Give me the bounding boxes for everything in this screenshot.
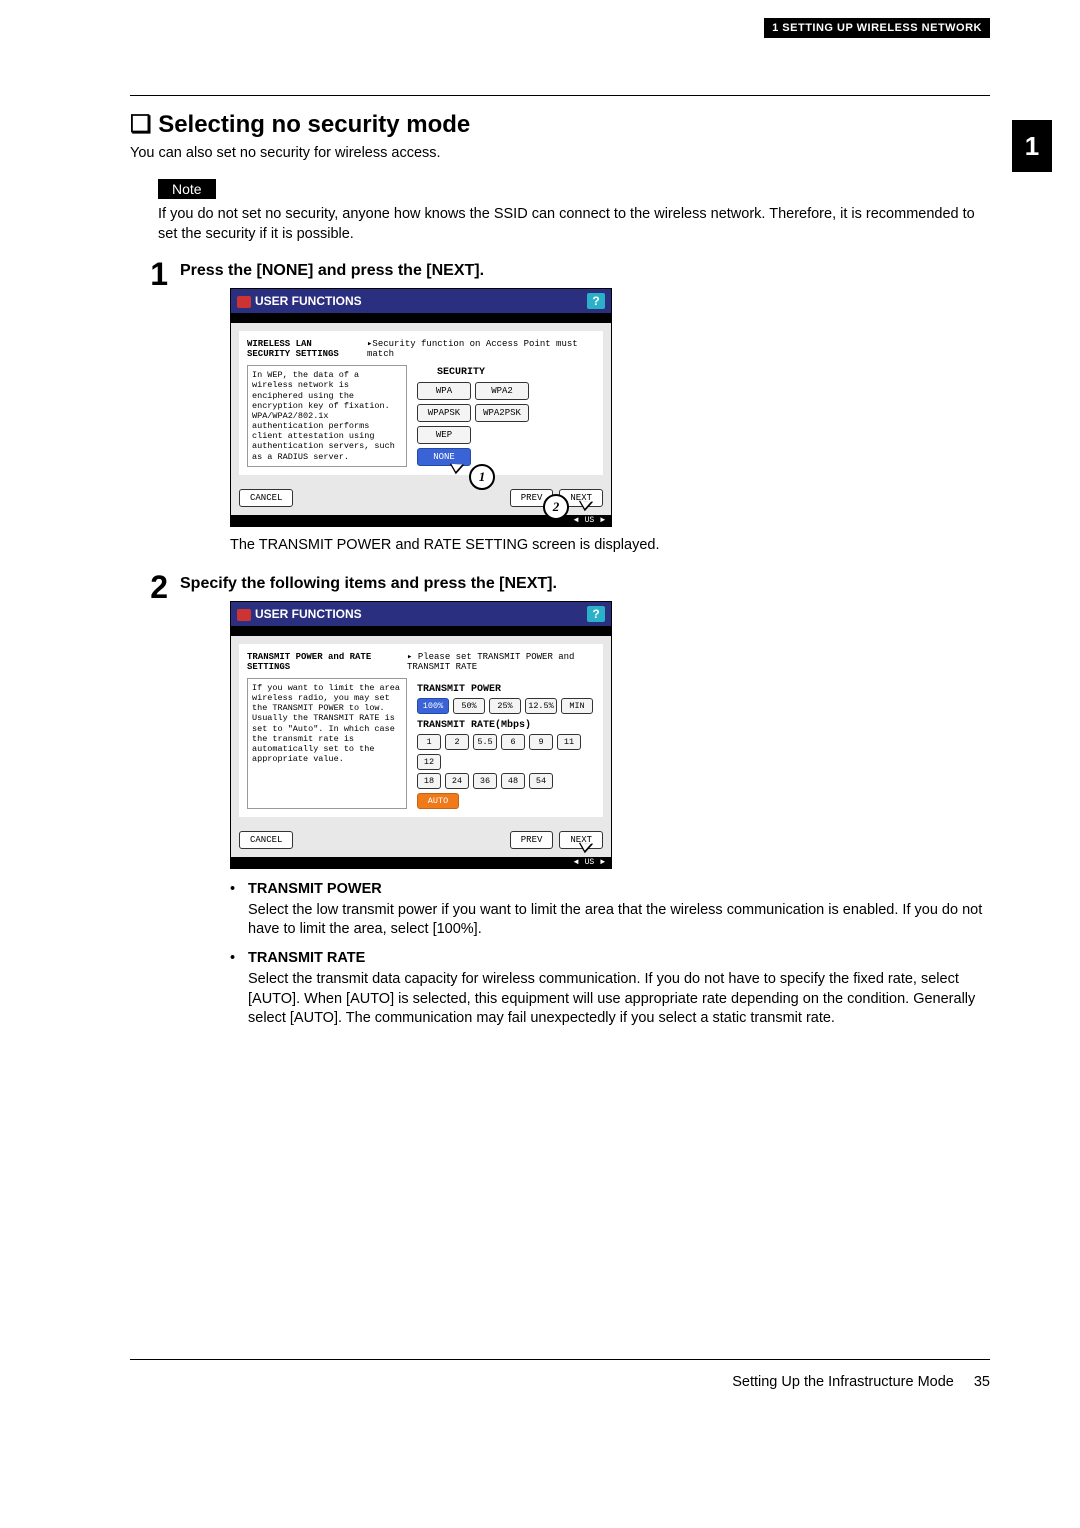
note-label: Note xyxy=(158,179,216,199)
settings-header-right: ▸ Please set TRANSMIT POWER and TRANSMIT… xyxy=(407,652,595,672)
settings-header-left: WIRELESS LAN SECURITY SETTINGS xyxy=(247,339,357,359)
note-text: If you do not set no security, anyone ho… xyxy=(158,205,990,244)
arrow-left-icon: ◄ xyxy=(574,516,579,525)
rate-6-button[interactable]: 6 xyxy=(501,734,525,750)
rate-11-button[interactable]: 11 xyxy=(557,734,581,750)
rate-auto-button[interactable]: AUTO xyxy=(417,793,459,809)
bullet-body: Select the transmit data capacity for wi… xyxy=(248,970,990,1029)
settings-header-left: TRANSMIT POWER and RATE SETTINGS xyxy=(247,652,397,672)
footer-rule xyxy=(130,1359,990,1360)
bullet-dot-icon: • xyxy=(230,881,248,897)
wpa2-button[interactable]: WPA2 xyxy=(475,382,529,400)
page-number: 35 xyxy=(974,1374,990,1390)
top-rule xyxy=(130,95,990,96)
status-bar: ◄ US ► xyxy=(231,857,611,868)
rate-5-5-button[interactable]: 5.5 xyxy=(473,734,497,750)
footer-text: Setting Up the Infrastructure Mode xyxy=(732,1374,954,1390)
power-min-button[interactable]: MIN xyxy=(561,698,593,714)
screen-title: USER FUNCTIONS xyxy=(255,294,362,308)
wep-button[interactable]: WEP xyxy=(417,426,471,444)
transmit-power-label: TRANSMIT POWER xyxy=(417,684,595,695)
security-group-label: SECURITY xyxy=(437,367,595,378)
arrow-right-icon: ► xyxy=(600,516,605,525)
checkbox-icon: ❏ xyxy=(130,111,152,138)
step-title: Press the [NONE] and press the [NEXT]. xyxy=(180,262,990,280)
step-title: Specify the following items and press th… xyxy=(180,575,990,593)
rate-54-button[interactable]: 54 xyxy=(529,773,553,789)
transmit-rate-label: TRANSMIT RATE(Mbps) xyxy=(417,720,595,731)
screen-title: USER FUNCTIONS xyxy=(255,607,362,621)
section-title-text: Selecting no security mode xyxy=(158,111,470,138)
rate-24-button[interactable]: 24 xyxy=(445,773,469,789)
arrow-left-icon: ◄ xyxy=(574,858,579,867)
app-icon xyxy=(237,609,251,621)
bullet-dot-icon: • xyxy=(230,950,248,966)
step-1: 1 Press the [NONE] and press the [NEXT].… xyxy=(130,258,990,565)
wpa2psk-button[interactable]: WPA2PSK xyxy=(475,404,529,422)
rate-48-button[interactable]: 48 xyxy=(501,773,525,789)
help-text-panel: In WEP, the data of a wireless network i… xyxy=(247,365,407,467)
callout-2: 2 xyxy=(543,494,569,520)
security-screen: USER FUNCTIONS ? WIRELESS LAN SECURITY S… xyxy=(230,288,612,527)
status-text: US xyxy=(585,858,595,867)
step-number: 2 xyxy=(130,571,180,1039)
rate-1-button[interactable]: 1 xyxy=(417,734,441,750)
step-number: 1 xyxy=(130,258,180,565)
screen-subbar xyxy=(231,313,611,323)
chapter-side-tab: 1 xyxy=(1012,120,1052,172)
wpapsk-button[interactable]: WPAPSK xyxy=(417,404,471,422)
help-text-panel: If you want to limit the area wireless r… xyxy=(247,678,407,809)
app-icon xyxy=(237,296,251,308)
settings-header-right: ▸Security function on Access Point must … xyxy=(367,339,595,359)
power-25-button[interactable]: 25% xyxy=(489,698,521,714)
callout-1: 1 xyxy=(469,464,495,490)
screen-titlebar: USER FUNCTIONS ? xyxy=(231,602,611,626)
wpa-button[interactable]: WPA xyxy=(417,382,471,400)
rate-screen: USER FUNCTIONS ? TRANSMIT POWER and RATE… xyxy=(230,601,612,869)
bullet-title: TRANSMIT POWER xyxy=(248,881,382,897)
power-12-5-button[interactable]: 12.5% xyxy=(525,698,557,714)
bullet-title: TRANSMIT RATE xyxy=(248,950,365,966)
step-caption: The TRANSMIT POWER and RATE SETTING scre… xyxy=(230,537,990,553)
cancel-button[interactable]: CANCEL xyxy=(239,489,293,507)
rate-2-button[interactable]: 2 xyxy=(445,734,469,750)
rate-9-button[interactable]: 9 xyxy=(529,734,553,750)
rate-36-button[interactable]: 36 xyxy=(473,773,497,789)
help-button[interactable]: ? xyxy=(587,293,605,309)
section-intro: You can also set no security for wireles… xyxy=(130,145,990,161)
prev-button[interactable]: PREV xyxy=(510,831,554,849)
help-button[interactable]: ? xyxy=(587,606,605,622)
screen-subbar xyxy=(231,626,611,636)
header-breadcrumb: 1 SETTING UP WIRELESS NETWORK xyxy=(764,18,990,38)
step-2: 2 Specify the following items and press … xyxy=(130,571,990,1039)
bullet-body: Select the low transmit power if you wan… xyxy=(248,901,990,940)
rate-12-button[interactable]: 12 xyxy=(417,754,441,770)
arrow-right-icon: ► xyxy=(600,858,605,867)
status-text: US xyxy=(585,516,595,525)
rate-18-button[interactable]: 18 xyxy=(417,773,441,789)
power-50-button[interactable]: 50% xyxy=(453,698,485,714)
power-100-button[interactable]: 100% xyxy=(417,698,449,714)
cancel-button[interactable]: CANCEL xyxy=(239,831,293,849)
section-title: ❏ Selecting no security mode xyxy=(130,110,990,139)
screen-titlebar: USER FUNCTIONS ? xyxy=(231,289,611,313)
